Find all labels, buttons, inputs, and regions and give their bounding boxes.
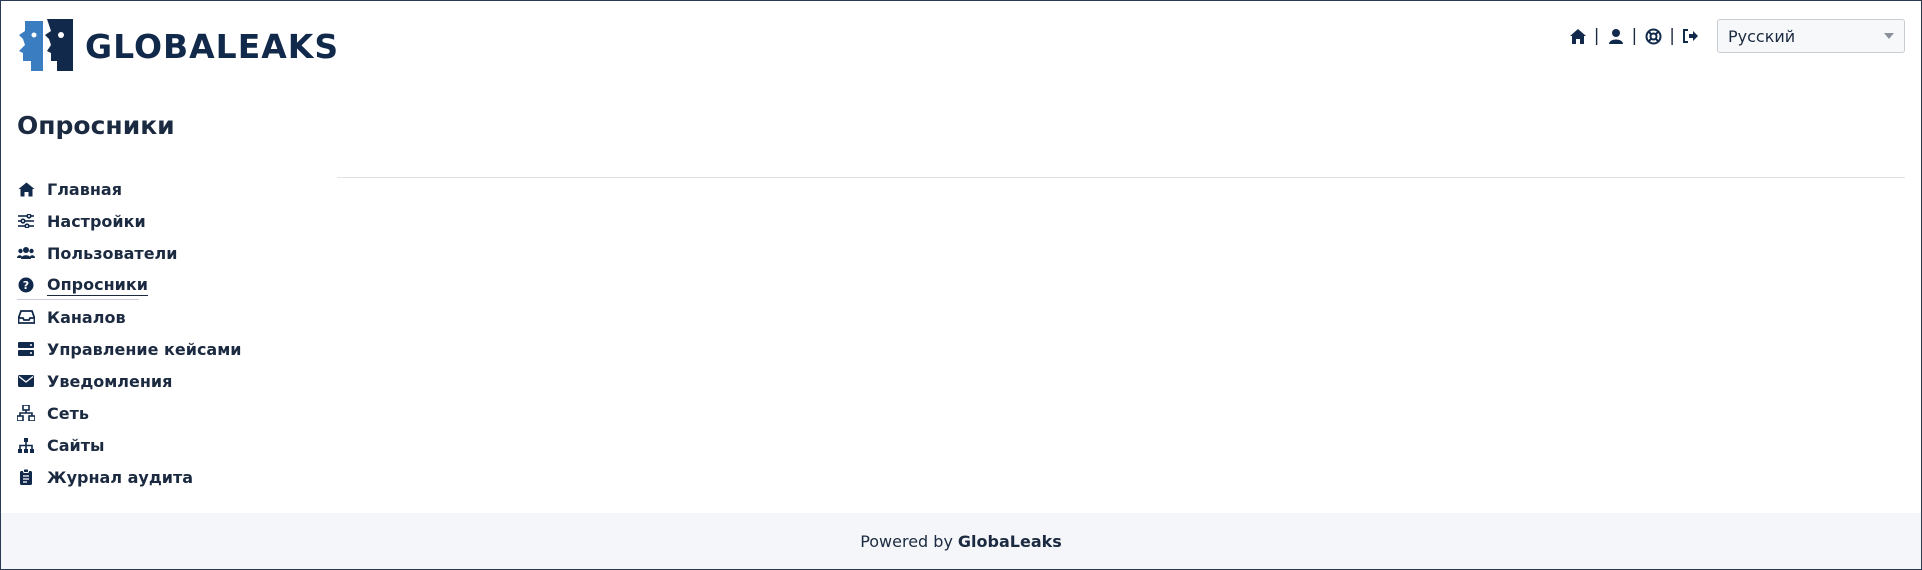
sidebar-item-label: Журнал аудита <box>47 467 194 487</box>
sidebar-item-label: Каналов <box>47 307 126 327</box>
language-select[interactable]: Русский <box>1717 19 1905 53</box>
sliders-icon <box>17 212 35 230</box>
sidebar-item-label: Настройки <box>47 211 146 231</box>
header: GLOBALEAKS | | | Русский <box>1 1 1921 91</box>
topbar: | | | Русский <box>1568 19 1905 53</box>
page-title: Опросники <box>17 111 175 140</box>
sidebar: Главная Настройки Пользователи ? Опросни… <box>17 173 317 493</box>
divider <box>337 177 1905 178</box>
sitemap-icon <box>17 436 35 454</box>
clipboard-icon <box>17 468 35 486</box>
logo-icon <box>19 19 73 71</box>
inbox-icon <box>17 308 35 326</box>
logo[interactable]: GLOBALEAKS <box>17 17 339 75</box>
sidebar-item-notifications[interactable]: Уведомления <box>17 365 317 397</box>
sidebar-item-audit-log[interactable]: Журнал аудита <box>17 461 317 493</box>
language-select-value: Русский <box>1728 26 1796 46</box>
separator: | <box>1631 26 1638 46</box>
separator: | <box>1593 26 1600 46</box>
logo-text: GLOBALEAKS <box>85 26 340 66</box>
sidebar-item-label: Сеть <box>47 403 89 423</box>
sidebar-item-questionnaires[interactable]: ? Опросники <box>17 269 317 301</box>
user-icon[interactable] <box>1606 26 1626 46</box>
sidebar-item-channels[interactable]: Каналов <box>17 301 317 333</box>
question-circle-icon: ? <box>17 276 35 294</box>
footer: Powered by GlobaLeaks <box>1 513 1921 569</box>
lifebuoy-icon[interactable] <box>1643 26 1663 46</box>
server-icon <box>17 340 35 358</box>
sidebar-item-label: Опросники <box>47 274 148 296</box>
svg-text:?: ? <box>23 279 29 292</box>
chevron-down-icon <box>1884 33 1894 39</box>
footer-brand-link[interactable]: GlobaLeaks <box>958 532 1062 551</box>
home-icon[interactable] <box>1568 26 1588 46</box>
sidebar-item-label: Сайты <box>47 435 105 455</box>
sidebar-item-users[interactable]: Пользователи <box>17 237 317 269</box>
sidebar-item-case-management[interactable]: Управление кейсами <box>17 333 317 365</box>
users-icon <box>17 244 35 262</box>
sidebar-item-network[interactable]: Сеть <box>17 397 317 429</box>
envelope-icon <box>17 372 35 390</box>
sidebar-item-label: Управление кейсами <box>47 339 242 359</box>
sidebar-item-home[interactable]: Главная <box>17 173 317 205</box>
sidebar-item-settings[interactable]: Настройки <box>17 205 317 237</box>
sidebar-item-label: Пользователи <box>47 243 178 263</box>
logout-icon[interactable] <box>1681 26 1701 46</box>
app-window: GLOBALEAKS | | | Русский Опросники Главн… <box>0 0 1922 570</box>
separator: | <box>1669 26 1675 46</box>
network-icon <box>17 404 35 422</box>
footer-powered-by: Powered by <box>860 531 953 551</box>
home-icon <box>17 180 35 198</box>
sidebar-item-label: Уведомления <box>47 371 173 391</box>
sidebar-item-sites[interactable]: Сайты <box>17 429 317 461</box>
sidebar-item-label: Главная <box>47 179 122 199</box>
